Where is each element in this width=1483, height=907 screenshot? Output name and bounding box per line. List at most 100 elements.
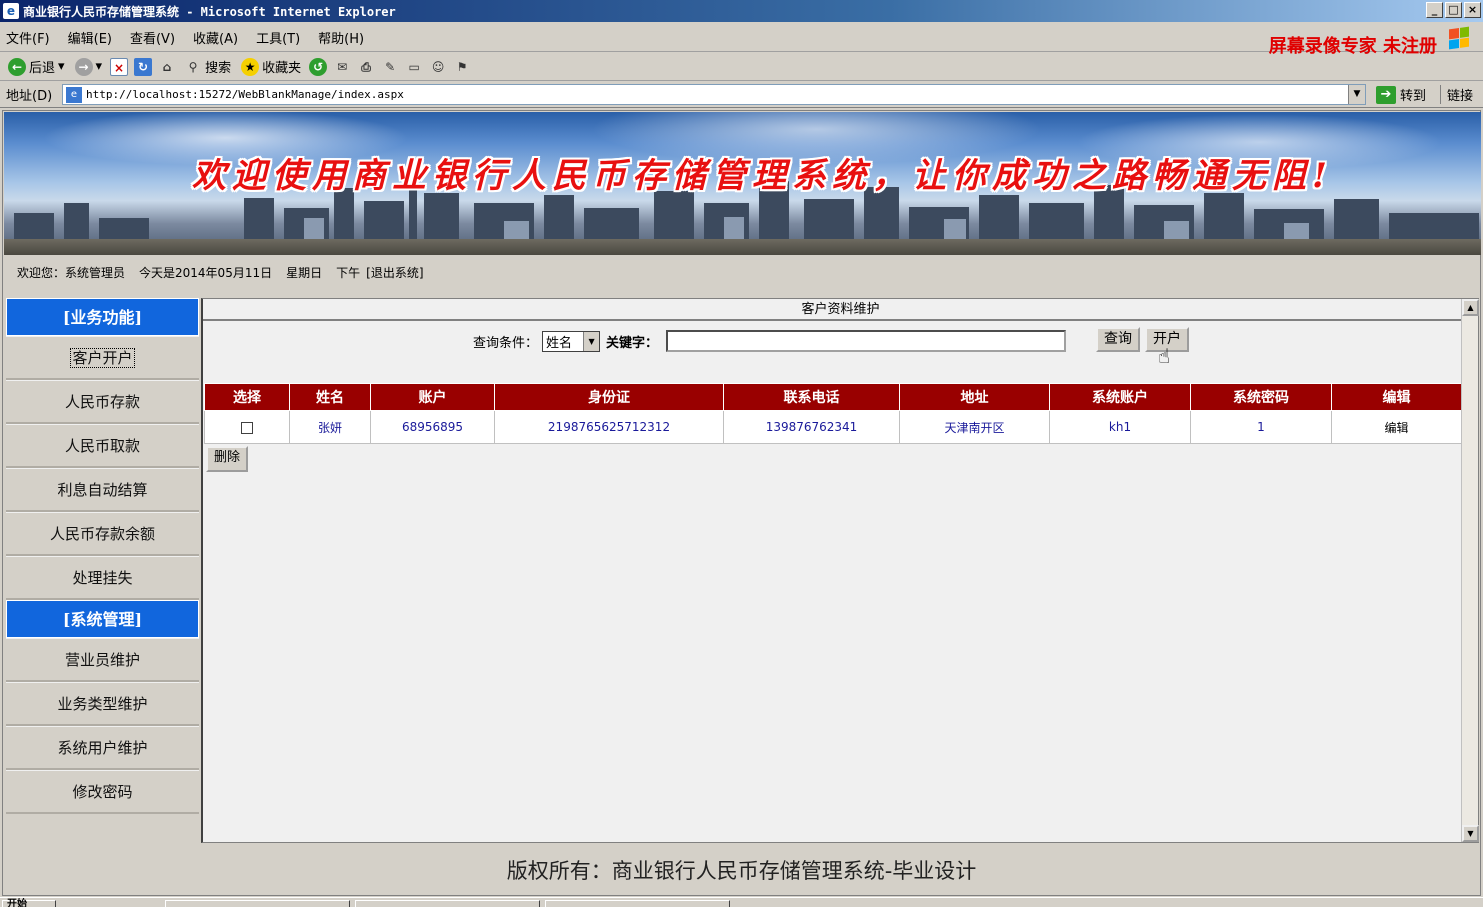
ie-icon: e xyxy=(3,3,19,19)
col-account: 账户 xyxy=(370,383,495,411)
print-icon[interactable]: ⎙ xyxy=(357,58,375,76)
messenger-icon[interactable]: ☺ xyxy=(429,58,447,76)
favorites-label: 收藏夹 xyxy=(262,61,302,76)
main-scrollbar[interactable]: ▲ ▼ xyxy=(1461,299,1479,842)
maximize-button[interactable]: □ xyxy=(1445,2,1462,18)
discuss-icon[interactable]: ▭ xyxy=(405,58,423,76)
main-panel: 客户资料维护 查询条件： 姓名 ▼ 关键字： 查询 开户 ☝ 选择 姓名 账户 … xyxy=(201,298,1479,843)
taskbar-item[interactable] xyxy=(355,900,540,907)
go-label: 转到 xyxy=(1400,89,1427,104)
address-url[interactable]: http://localhost:15272/WebBlankManage/in… xyxy=(86,88,404,101)
chevron-down-icon: ▾ xyxy=(58,59,65,74)
back-label: 后退 xyxy=(29,61,56,76)
taskbar-item[interactable] xyxy=(165,900,350,907)
col-edit: 编辑 xyxy=(1331,383,1462,411)
scroll-down-icon[interactable]: ▼ xyxy=(1462,825,1479,842)
col-address: 地址 xyxy=(899,383,1050,411)
page-viewport: 欢迎使用商业银行人民币存储管理系统，让你成功之路畅通无阻! 欢迎您：系统管理员 … xyxy=(2,110,1481,896)
mail-icon[interactable]: ✉ xyxy=(333,58,351,76)
menu-bar: 文件(F) 编辑(E) 查看(V) 收藏(A) 工具(T) 帮助(H) xyxy=(0,24,1483,52)
menu-edit[interactable]: 编辑(E) xyxy=(68,28,112,47)
sidebar-item-withdraw[interactable]: 人民币取款 xyxy=(6,424,199,468)
menu-tools[interactable]: 工具(T) xyxy=(256,28,300,47)
cell-phone: 139876762341 xyxy=(723,410,900,444)
forward-button[interactable]: → ▾ xyxy=(73,57,105,76)
col-sys-account: 系统账户 xyxy=(1049,383,1191,411)
welcome-period: 下午 xyxy=(336,266,361,280)
business-functions-header: [业务功能] xyxy=(6,298,199,336)
menu-favorites[interactable]: 收藏(A) xyxy=(193,28,238,47)
minimize-button[interactable]: _ xyxy=(1426,2,1443,18)
delete-button[interactable]: 删除 xyxy=(206,446,249,472)
welcome-greeting: 欢迎您：系统管理员 xyxy=(17,266,126,280)
menu-file[interactable]: 文件(F) xyxy=(6,28,50,47)
taskbar: 开始 xyxy=(0,897,1483,907)
query-field-select[interactable]: 姓名 ▼ xyxy=(542,330,601,352)
sidebar-item-change-password[interactable]: 修改密码 xyxy=(6,770,199,814)
taskbar-item[interactable] xyxy=(545,900,730,907)
address-label: 地址(D) xyxy=(6,89,53,104)
page-title: 客户资料维护 xyxy=(203,299,1478,321)
table-row: 张妍 68956895 2198765625712312 13987676234… xyxy=(204,410,1462,444)
sidebar-item-label: 人民币取款 xyxy=(64,437,140,455)
search-button[interactable]: ⚲ 搜索 xyxy=(182,57,233,77)
refresh-icon[interactable]: ↻ xyxy=(134,57,153,76)
home-icon[interactable]: ⌂ xyxy=(158,58,176,76)
chevron-down-icon: ▾ xyxy=(95,59,103,74)
research-icon[interactable]: ⚑ xyxy=(453,58,471,76)
go-button[interactable]: ➔ 转到 xyxy=(1376,85,1426,104)
address-dropdown-icon[interactable]: ▼ xyxy=(1348,85,1365,104)
cell-name: 张妍 xyxy=(289,410,371,444)
sidebar-item-label: 修改密码 xyxy=(72,783,133,801)
menu-view[interactable]: 查看(V) xyxy=(130,28,175,47)
query-form: 查询条件： 姓名 ▼ 关键字： xyxy=(473,330,1067,352)
favorites-button[interactable]: ★ 收藏夹 xyxy=(239,57,303,76)
sidebar-item-system-users[interactable]: 系统用户维护 xyxy=(6,726,199,770)
query-condition-label: 查询条件： xyxy=(473,335,539,351)
sidebar-item-label: 营业员维护 xyxy=(64,651,140,669)
search-icon: ⚲ xyxy=(188,59,198,74)
cell-id-card: 2198765625712312 xyxy=(494,410,724,444)
sidebar-item-clerks[interactable]: 营业员维护 xyxy=(6,638,199,682)
window-titlebar: e 商业银行人民币存储管理系统 - Microsoft Internet Exp… xyxy=(0,0,1483,22)
keyword-input[interactable] xyxy=(666,330,1067,352)
sidebar-item-balance[interactable]: 人民币存款余额 xyxy=(6,512,199,556)
table-header-row: 选择 姓名 账户 身份证 联系电话 地址 系统账户 系统密码 编辑 xyxy=(204,383,1462,411)
sidebar-item-open-account[interactable]: 客户开户 xyxy=(6,336,199,380)
sidebar-item-interest[interactable]: 利息自动结算 xyxy=(6,468,199,512)
sidebar-item-deposit[interactable]: 人民币存款 xyxy=(6,380,199,424)
scroll-up-icon[interactable]: ▲ xyxy=(1462,299,1479,316)
page-footer: 版权所有：商业银行人民币存储管理系统-毕业设计 xyxy=(506,859,977,883)
back-button[interactable]: ← 后退 ▾ xyxy=(6,57,67,76)
cell-address: 天津南开区 xyxy=(899,410,1050,444)
links-button[interactable]: 链接 xyxy=(1440,85,1473,104)
sidebar-item-label: 系统用户维护 xyxy=(57,739,148,757)
sidebar-item-label: 人民币存款 xyxy=(64,393,140,411)
banner-river xyxy=(4,239,1481,255)
welcome-weekday: 星期日 xyxy=(286,266,323,280)
address-input[interactable]: e http://localhost:15272/WebBlankManage/… xyxy=(62,84,1366,105)
welcome-date: 今天是2014年05月11日 xyxy=(139,266,273,280)
sidebar-item-label: 客户开户 xyxy=(70,348,135,368)
forward-arrow-icon: → xyxy=(74,57,93,76)
sidebar-item-business-types[interactable]: 业务类型维护 xyxy=(6,682,199,726)
edit-page-icon[interactable]: ✎ xyxy=(381,58,399,76)
customer-table: 选择 姓名 账户 身份证 联系电话 地址 系统账户 系统密码 编辑 张妍 689… xyxy=(204,383,1462,444)
menu-help[interactable]: 帮助(H) xyxy=(318,28,364,47)
row-checkbox[interactable] xyxy=(241,421,253,434)
window-controls: _ □ × xyxy=(1426,2,1481,18)
edit-link[interactable]: 编辑 xyxy=(1331,410,1462,444)
query-button[interactable]: 查询 xyxy=(1096,327,1140,352)
go-arrow-icon: ➔ xyxy=(1376,85,1396,104)
sidebar-item-report-loss[interactable]: 处理挂失 xyxy=(6,556,199,600)
chevron-down-icon: ▼ xyxy=(583,331,600,351)
close-button[interactable]: × xyxy=(1464,2,1481,18)
stop-icon[interactable]: × xyxy=(110,57,129,76)
cell-sys-password: 1 xyxy=(1190,410,1332,444)
start-button[interactable]: 开始 xyxy=(2,900,56,907)
sidebar-item-label: 人民币存款余额 xyxy=(49,525,155,543)
windows-logo-icon xyxy=(1449,26,1469,50)
history-icon[interactable]: ↺ xyxy=(309,57,328,76)
row-select-cell xyxy=(204,410,290,444)
logout-link[interactable]: [退出系统] xyxy=(366,264,423,281)
